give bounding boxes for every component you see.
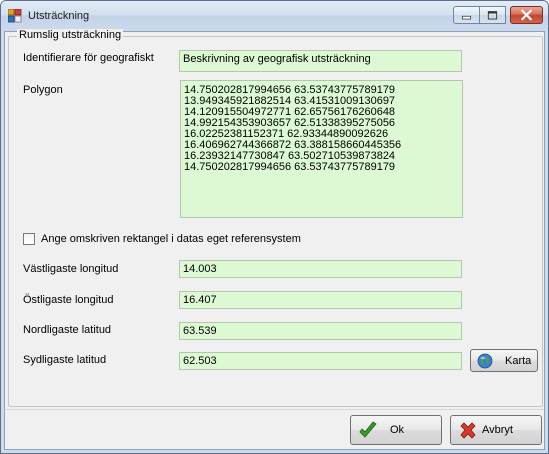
polygon-label: Polygon — [23, 84, 63, 96]
close-button[interactable] — [510, 6, 543, 24]
close-icon — [521, 9, 532, 21]
checkmark-icon — [359, 421, 377, 438]
app-icon — [8, 9, 22, 23]
divider — [5, 409, 544, 410]
window-title: Utsträckning — [28, 10, 90, 22]
north-latitude-label: Nordligaste latitud — [23, 324, 112, 336]
south-latitude-label: Sydligaste latitud — [23, 354, 107, 366]
title-bar[interactable]: Utsträckning — [1, 1, 548, 31]
map-button[interactable]: Karta — [470, 349, 538, 372]
north-latitude-field[interactable]: 63.539 — [179, 322, 462, 340]
east-longitude-field[interactable]: 16.407 — [179, 291, 462, 309]
east-longitude-label: Östligaste longitud — [23, 294, 114, 306]
maximize-icon — [487, 11, 498, 20]
ok-button[interactable]: Ok — [350, 415, 442, 445]
identifier-field[interactable]: Beskrivning av geografisk utsträckning — [179, 50, 462, 72]
ok-button-label: Ok — [390, 424, 405, 436]
checkbox-label: Ange omskriven rektangel i datas eget re… — [41, 233, 301, 245]
maximize-button[interactable] — [479, 6, 506, 24]
polygon-textarea[interactable]: 14.750202817994656 63.53743775789179 13.… — [180, 80, 463, 218]
map-button-label: Karta — [505, 354, 532, 367]
south-latitude-field[interactable]: 62.503 — [179, 352, 462, 370]
dialog-client: Rumslig utsträckning Identifierare för g… — [4, 29, 545, 450]
minimize-button[interactable] — [453, 6, 480, 24]
west-longitude-field[interactable]: 14.003 — [179, 260, 462, 278]
cancel-button[interactable]: Avbryt — [450, 415, 542, 445]
cancel-button-label: Avbryt — [482, 424, 513, 436]
west-longitude-label: Västligaste longitud — [23, 263, 119, 275]
group-label: Rumslig utsträckning — [17, 29, 124, 41]
spatial-extent-group: Rumslig utsträckning Identifierare för g… — [8, 29, 543, 407]
x-mark-icon — [460, 422, 476, 439]
identifier-label: Identifierare för geografiskt — [23, 52, 154, 64]
dialog-window: Utsträckning Rumslig utsträckning Identi… — [0, 0, 549, 454]
globe-icon — [477, 353, 493, 369]
bounding-box-checkbox[interactable] — [23, 233, 35, 245]
minimize-icon — [461, 15, 472, 20]
